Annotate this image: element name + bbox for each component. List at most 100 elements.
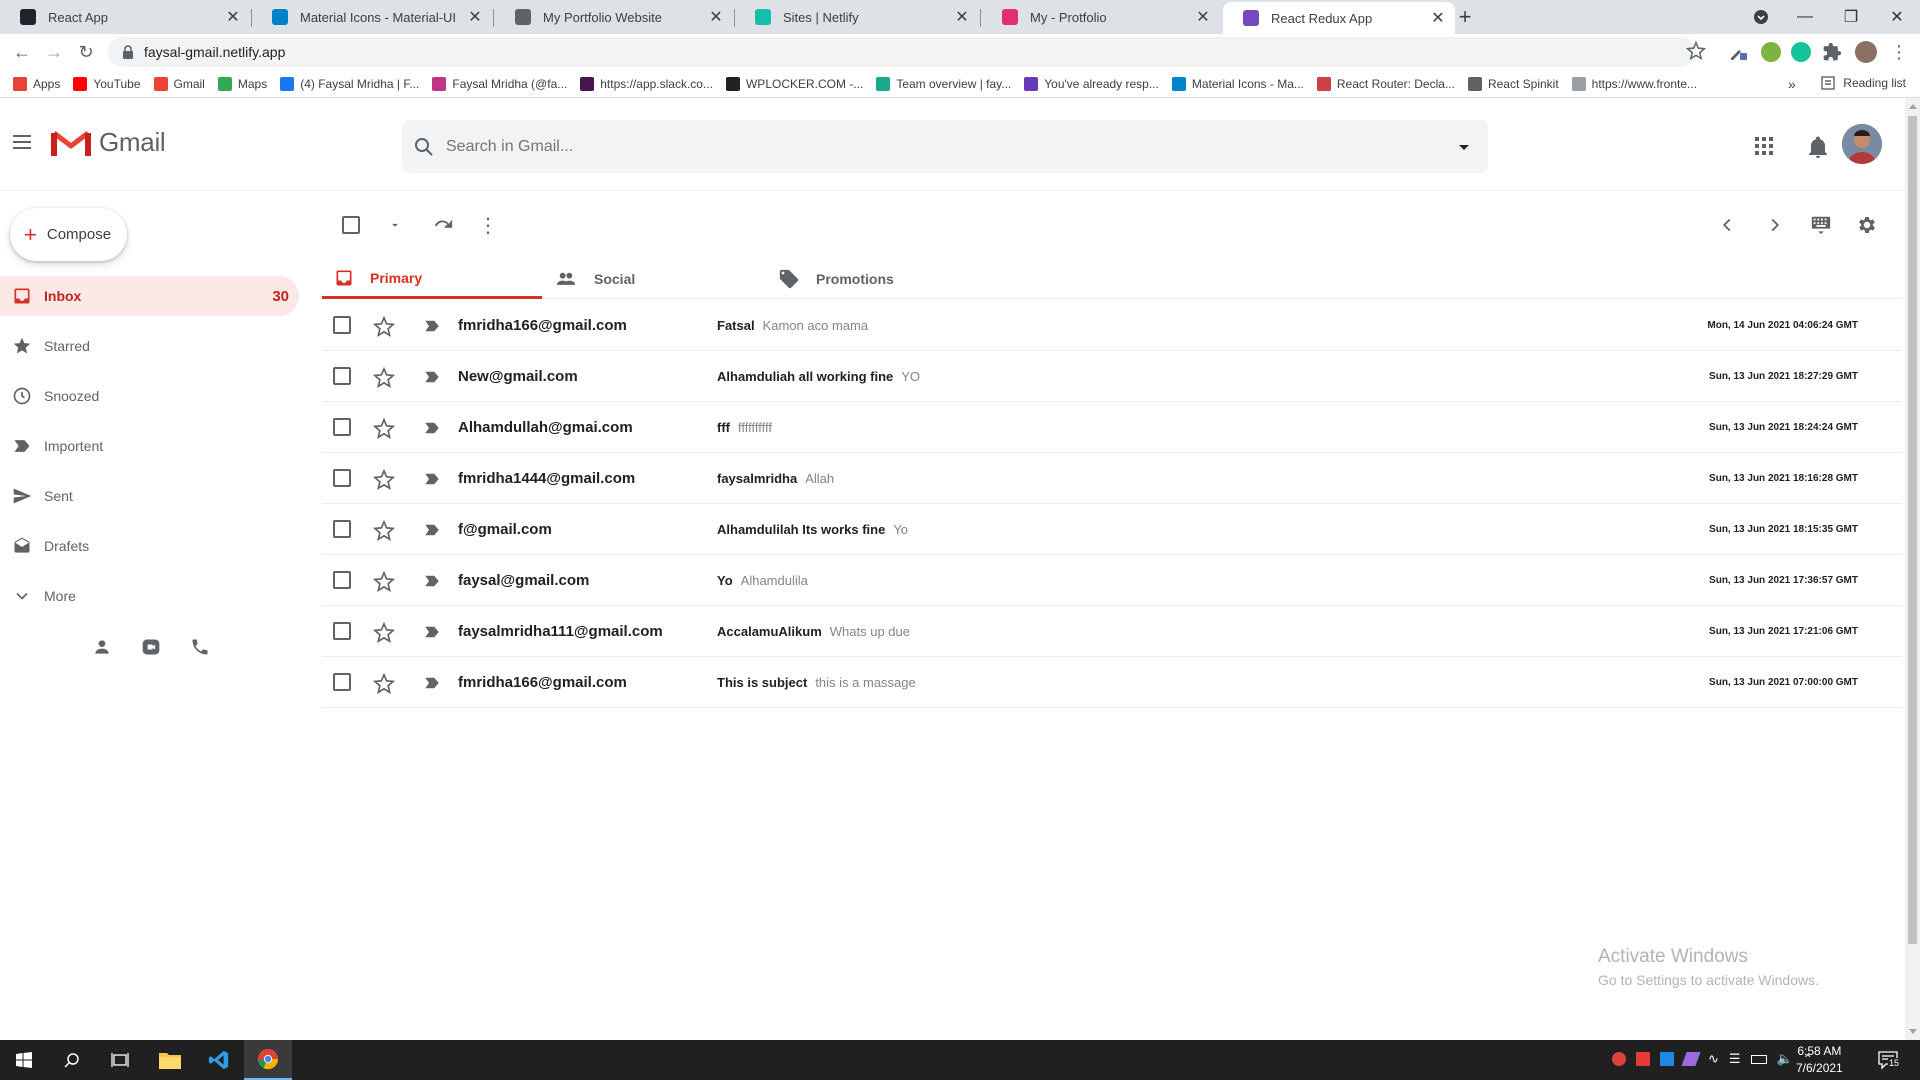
sidebar-item-inbox[interactable]: Inbox 30	[0, 276, 299, 316]
email-row[interactable]: fmridha166@gmail.com This is subject this …	[322, 657, 1902, 708]
sidebar-item-starred[interactable]: Starred	[0, 326, 299, 366]
email-row[interactable]: fmridha1444@gmail.com faysalmridha Allah Su…	[322, 453, 1902, 504]
taskbar-clock[interactable]: 6:58 AM 7/6/2021	[1796, 1043, 1843, 1077]
bookmark-item[interactable]: Team overview | fay...	[876, 76, 1011, 91]
label-important-icon[interactable]	[422, 623, 442, 641]
bookmark-item[interactable]: React Spinkit	[1467, 76, 1559, 91]
reading-list-button[interactable]: Reading list	[1821, 76, 1906, 90]
email-row[interactable]: New@gmail.com Alhamduliah all working fin…	[322, 351, 1902, 402]
meet-button[interactable]	[140, 637, 162, 657]
row-checkbox[interactable]	[333, 622, 351, 640]
label-important-icon[interactable]	[422, 317, 442, 335]
google-apps-button[interactable]	[1755, 137, 1773, 155]
extension-green-icon[interactable]	[1761, 42, 1781, 62]
chrome-tray-icon[interactable]	[1612, 1052, 1626, 1066]
select-all-checkbox[interactable]	[342, 216, 360, 234]
pen-tray-icon[interactable]	[1681, 1052, 1701, 1066]
tab-search-button[interactable]	[1738, 0, 1784, 34]
close-tab-icon[interactable]: ✕	[953, 8, 971, 26]
tab-promotions[interactable]: Promotions	[778, 259, 998, 299]
forward-button[interactable]: →	[40, 38, 68, 66]
email-row[interactable]: f@gmail.com Alhamdulilah Its works fine Yo…	[322, 504, 1902, 555]
page-scrollbar[interactable]	[1905, 98, 1920, 1040]
browser-menu-icon[interactable]: ⋮	[1890, 42, 1908, 63]
extensions-puzzle-icon[interactable]	[1822, 42, 1842, 62]
row-checkbox[interactable]	[333, 367, 351, 385]
keyboard-button[interactable]	[1809, 214, 1833, 236]
label-important-icon[interactable]	[422, 674, 442, 692]
battery-icon[interactable]	[1750, 1054, 1767, 1064]
label-important-icon[interactable]	[422, 419, 442, 437]
star-icon[interactable]	[373, 571, 395, 593]
bookmark-item[interactable]: WPLOCKER.COM -...	[725, 76, 863, 91]
sidebar-item-more[interactable]: More	[0, 576, 299, 616]
bookmarks-overflow-button[interactable]: »	[1788, 76, 1796, 92]
bookmark-item[interactable]: https://www.fronte...	[1571, 76, 1697, 91]
reload-button[interactable]: ↻	[72, 38, 100, 66]
row-checkbox[interactable]	[333, 520, 351, 538]
search-input[interactable]	[446, 137, 1452, 156]
taskbar-search-button[interactable]	[48, 1040, 96, 1080]
browser-tab[interactable]: My Portfolio Website ✕	[495, 0, 733, 34]
extension-dev-icon[interactable]	[1728, 42, 1748, 62]
bookmark-item[interactable]: YouTube	[73, 76, 141, 91]
file-explorer-button[interactable]	[146, 1040, 194, 1080]
back-button[interactable]: ←	[8, 38, 36, 66]
tab-social[interactable]: Social	[554, 259, 774, 299]
email-row[interactable]: fmridha166@gmail.com Fatsal Kamon aco mama…	[322, 300, 1902, 351]
browser-tab[interactable]: Sites | Netlify ✕	[735, 0, 979, 34]
browser-tab[interactable]: React App ✕	[0, 0, 250, 34]
row-checkbox[interactable]	[333, 316, 351, 334]
browser-tab[interactable]: React Redux App ✕	[1223, 2, 1455, 34]
star-icon[interactable]	[373, 520, 395, 542]
select-dropdown-button[interactable]	[388, 218, 402, 232]
label-important-icon[interactable]	[422, 470, 442, 488]
bookmark-item[interactable]: https://app.slack.co...	[580, 76, 713, 91]
row-checkbox[interactable]	[333, 469, 351, 487]
task-view-button[interactable]	[96, 1040, 144, 1080]
volume-icon[interactable]: 🔈	[1777, 1051, 1793, 1067]
action-center-button[interactable]: 15	[1878, 1050, 1901, 1070]
bookmark-item[interactable]: Material Icons - Ma...	[1171, 76, 1304, 91]
row-checkbox[interactable]	[333, 571, 351, 589]
row-checkbox[interactable]	[333, 673, 351, 691]
profile-avatar-icon[interactable]	[1855, 41, 1877, 63]
label-important-icon[interactable]	[422, 368, 442, 386]
search-bar[interactable]	[402, 120, 1488, 173]
network-icon[interactable]: ☰	[1729, 1051, 1741, 1067]
bookmark-item[interactable]: Apps	[13, 76, 60, 91]
chrome-button[interactable]	[244, 1040, 292, 1080]
sidebar-item-snoozed[interactable]: Snoozed	[0, 376, 299, 416]
search-dropdown-icon[interactable]	[1452, 135, 1476, 159]
star-icon[interactable]	[373, 673, 395, 695]
star-icon[interactable]	[373, 418, 395, 440]
close-tab-icon[interactable]: ✕	[224, 8, 242, 26]
search-icon[interactable]	[412, 135, 436, 159]
browser-tab[interactable]: My - Protfolio ✕	[982, 0, 1220, 34]
label-important-icon[interactable]	[422, 521, 442, 539]
scroll-thumb[interactable]	[1908, 116, 1917, 944]
row-checkbox[interactable]	[333, 418, 351, 436]
new-tab-button[interactable]: +	[1452, 4, 1478, 30]
bookmark-star-button[interactable]	[1686, 41, 1706, 61]
start-button[interactable]	[0, 1040, 48, 1080]
close-tab-icon[interactable]: ✕	[707, 8, 725, 26]
browser-tab[interactable]: Material Icons - Material-UI ✕	[252, 0, 492, 34]
phone-button[interactable]	[190, 637, 210, 657]
star-icon[interactable]	[373, 622, 395, 644]
close-tab-icon[interactable]: ✕	[466, 8, 484, 26]
contacts-button[interactable]	[92, 637, 112, 657]
close-tab-icon[interactable]: ✕	[1429, 9, 1447, 27]
bookmark-item[interactable]: You've already resp...	[1024, 76, 1159, 91]
main-menu-button[interactable]	[12, 134, 36, 154]
lock-icon[interactable]	[120, 45, 136, 59]
star-icon[interactable]	[373, 316, 395, 338]
email-row[interactable]: faysal@gmail.com Yo Alhamdulila Sun, 13 Jun…	[322, 555, 1902, 606]
bookmark-item[interactable]: Faysal Mridha (@fa...	[432, 76, 567, 91]
scroll-up-arrow[interactable]	[1909, 104, 1917, 109]
tab-primary[interactable]: Primary	[322, 259, 542, 299]
notifications-button[interactable]	[1809, 136, 1827, 158]
grammarly-icon[interactable]	[1791, 42, 1811, 62]
label-important-icon[interactable]	[422, 572, 442, 590]
compose-button[interactable]: + Compose	[10, 208, 127, 261]
